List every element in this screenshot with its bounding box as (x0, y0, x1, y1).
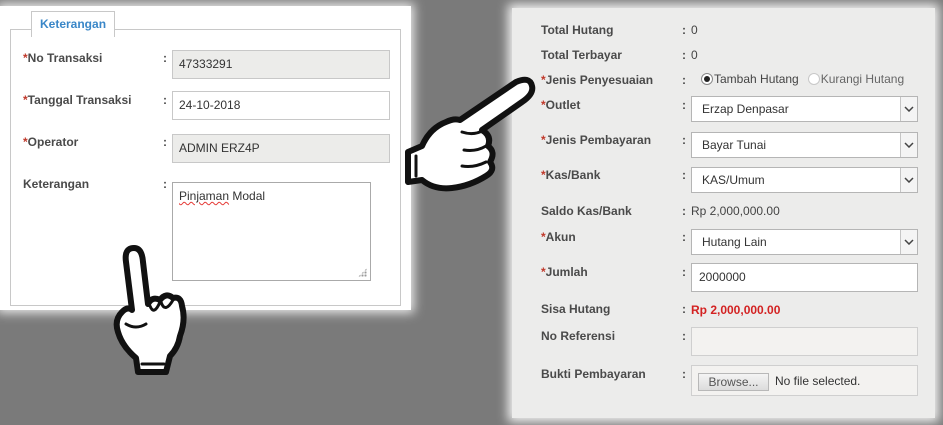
colon: : (682, 302, 686, 316)
chevron-down-icon[interactable] (900, 230, 917, 254)
colon: : (682, 48, 686, 62)
jenis-penyesuaian-label: *Jenis Penyesuaian (541, 73, 654, 87)
colon: : (682, 367, 686, 381)
keterangan-label: Keterangan (23, 177, 90, 191)
colon: : (682, 98, 686, 112)
pembayaran-panel: Total Hutang : 0 Total Terbayar : 0 *Jen… (512, 8, 935, 418)
bukti-pembayaran-file-input: Browse... No file selected. (691, 365, 918, 396)
total-hutang-label: Total Hutang (541, 23, 614, 37)
tanggal-transaksi-label: *Tanggal Transaksi (23, 93, 132, 107)
jenis-pembayaran-label: *Jenis Pembayaran (541, 133, 652, 147)
colon: : (682, 204, 686, 218)
akun-label: *Akun (541, 230, 576, 244)
colon: : (163, 93, 167, 107)
tambah-hutang-label[interactable]: Tambah Hutang (714, 72, 799, 86)
kas-bank-label: *Kas/Bank (541, 168, 601, 182)
kurangi-hutang-radio[interactable] (807, 73, 820, 85)
kurangi-hutang-label[interactable]: Kurangi Hutang (821, 72, 904, 86)
keterangan-textarea[interactable]: Pinjaman Modal (172, 182, 371, 281)
no-referensi-label: No Referensi (541, 329, 616, 343)
kas-bank-select[interactable]: KAS/Umum (691, 167, 918, 193)
colon: : (163, 51, 167, 65)
total-terbayar-value: 0 (691, 48, 698, 62)
tambah-hutang-radio[interactable] (701, 73, 713, 85)
operator-label: *Operator (23, 135, 79, 149)
colon: : (163, 177, 167, 191)
jumlah-input[interactable]: 2000000 (691, 263, 918, 292)
colon: : (682, 329, 686, 343)
outlet-label: *Outlet (541, 98, 581, 112)
operator-field[interactable]: ADMIN ERZ4P (172, 134, 390, 163)
colon: : (682, 73, 686, 87)
saldo-kas-bank-label: Saldo Kas/Bank (541, 204, 632, 218)
tanggal-transaksi-field[interactable]: 24-10-2018 (172, 91, 390, 120)
pointing-up-hand-icon (113, 245, 187, 375)
jenis-pembayaran-select[interactable]: Bayar Tunai (691, 132, 918, 158)
sisa-hutang-label: Sisa Hutang (541, 302, 611, 316)
chevron-down-icon[interactable] (900, 133, 917, 157)
fieldset-legend: Keterangan (31, 11, 116, 37)
jumlah-label: *Jumlah (541, 265, 588, 279)
jenis-penyesuaian-radio-group: Tambah Hutang Kurangi Hutang (701, 72, 904, 86)
colon: : (682, 230, 686, 244)
textarea-word-2: Modal (229, 189, 266, 203)
colon: : (682, 23, 686, 37)
colon: : (682, 265, 686, 279)
jenis-pembayaran-selected-value: Bayar Tunai (702, 138, 767, 152)
no-transaksi-field[interactable]: 47333291 (172, 50, 390, 79)
total-terbayar-label: Total Terbayar (541, 48, 622, 62)
file-status-text: No file selected. (775, 374, 861, 388)
akun-select[interactable]: Hutang Lain (691, 229, 918, 255)
sisa-hutang-value: Rp 2,000,000.00 (691, 303, 781, 317)
outlet-selected-value: Erzap Denpasar (702, 102, 789, 116)
keterangan-panel: Keterangan *No Transaksi : 47333291 *Tan… (0, 6, 411, 310)
pointing-right-hand-icon (405, 76, 536, 192)
textarea-word-1: Pinjaman (179, 189, 230, 203)
no-transaksi-label: *No Transaksi (23, 51, 103, 65)
total-hutang-value: 0 (691, 23, 698, 37)
kas-bank-selected-value: KAS/Umum (702, 173, 765, 187)
akun-selected-value: Hutang Lain (702, 235, 767, 249)
colon: : (682, 133, 686, 147)
chevron-down-icon[interactable] (900, 97, 917, 121)
bukti-pembayaran-label: Bukti Pembayaran (541, 367, 646, 381)
saldo-kas-bank-value: Rp 2,000,000.00 (691, 204, 780, 218)
browse-button[interactable]: Browse... (698, 373, 769, 391)
outlet-select[interactable]: Erzap Denpasar (691, 96, 918, 122)
colon: : (163, 135, 167, 149)
chevron-down-icon[interactable] (900, 168, 917, 192)
resize-grip-icon[interactable] (358, 268, 367, 277)
colon: : (682, 168, 686, 182)
no-referensi-input[interactable] (691, 327, 918, 356)
